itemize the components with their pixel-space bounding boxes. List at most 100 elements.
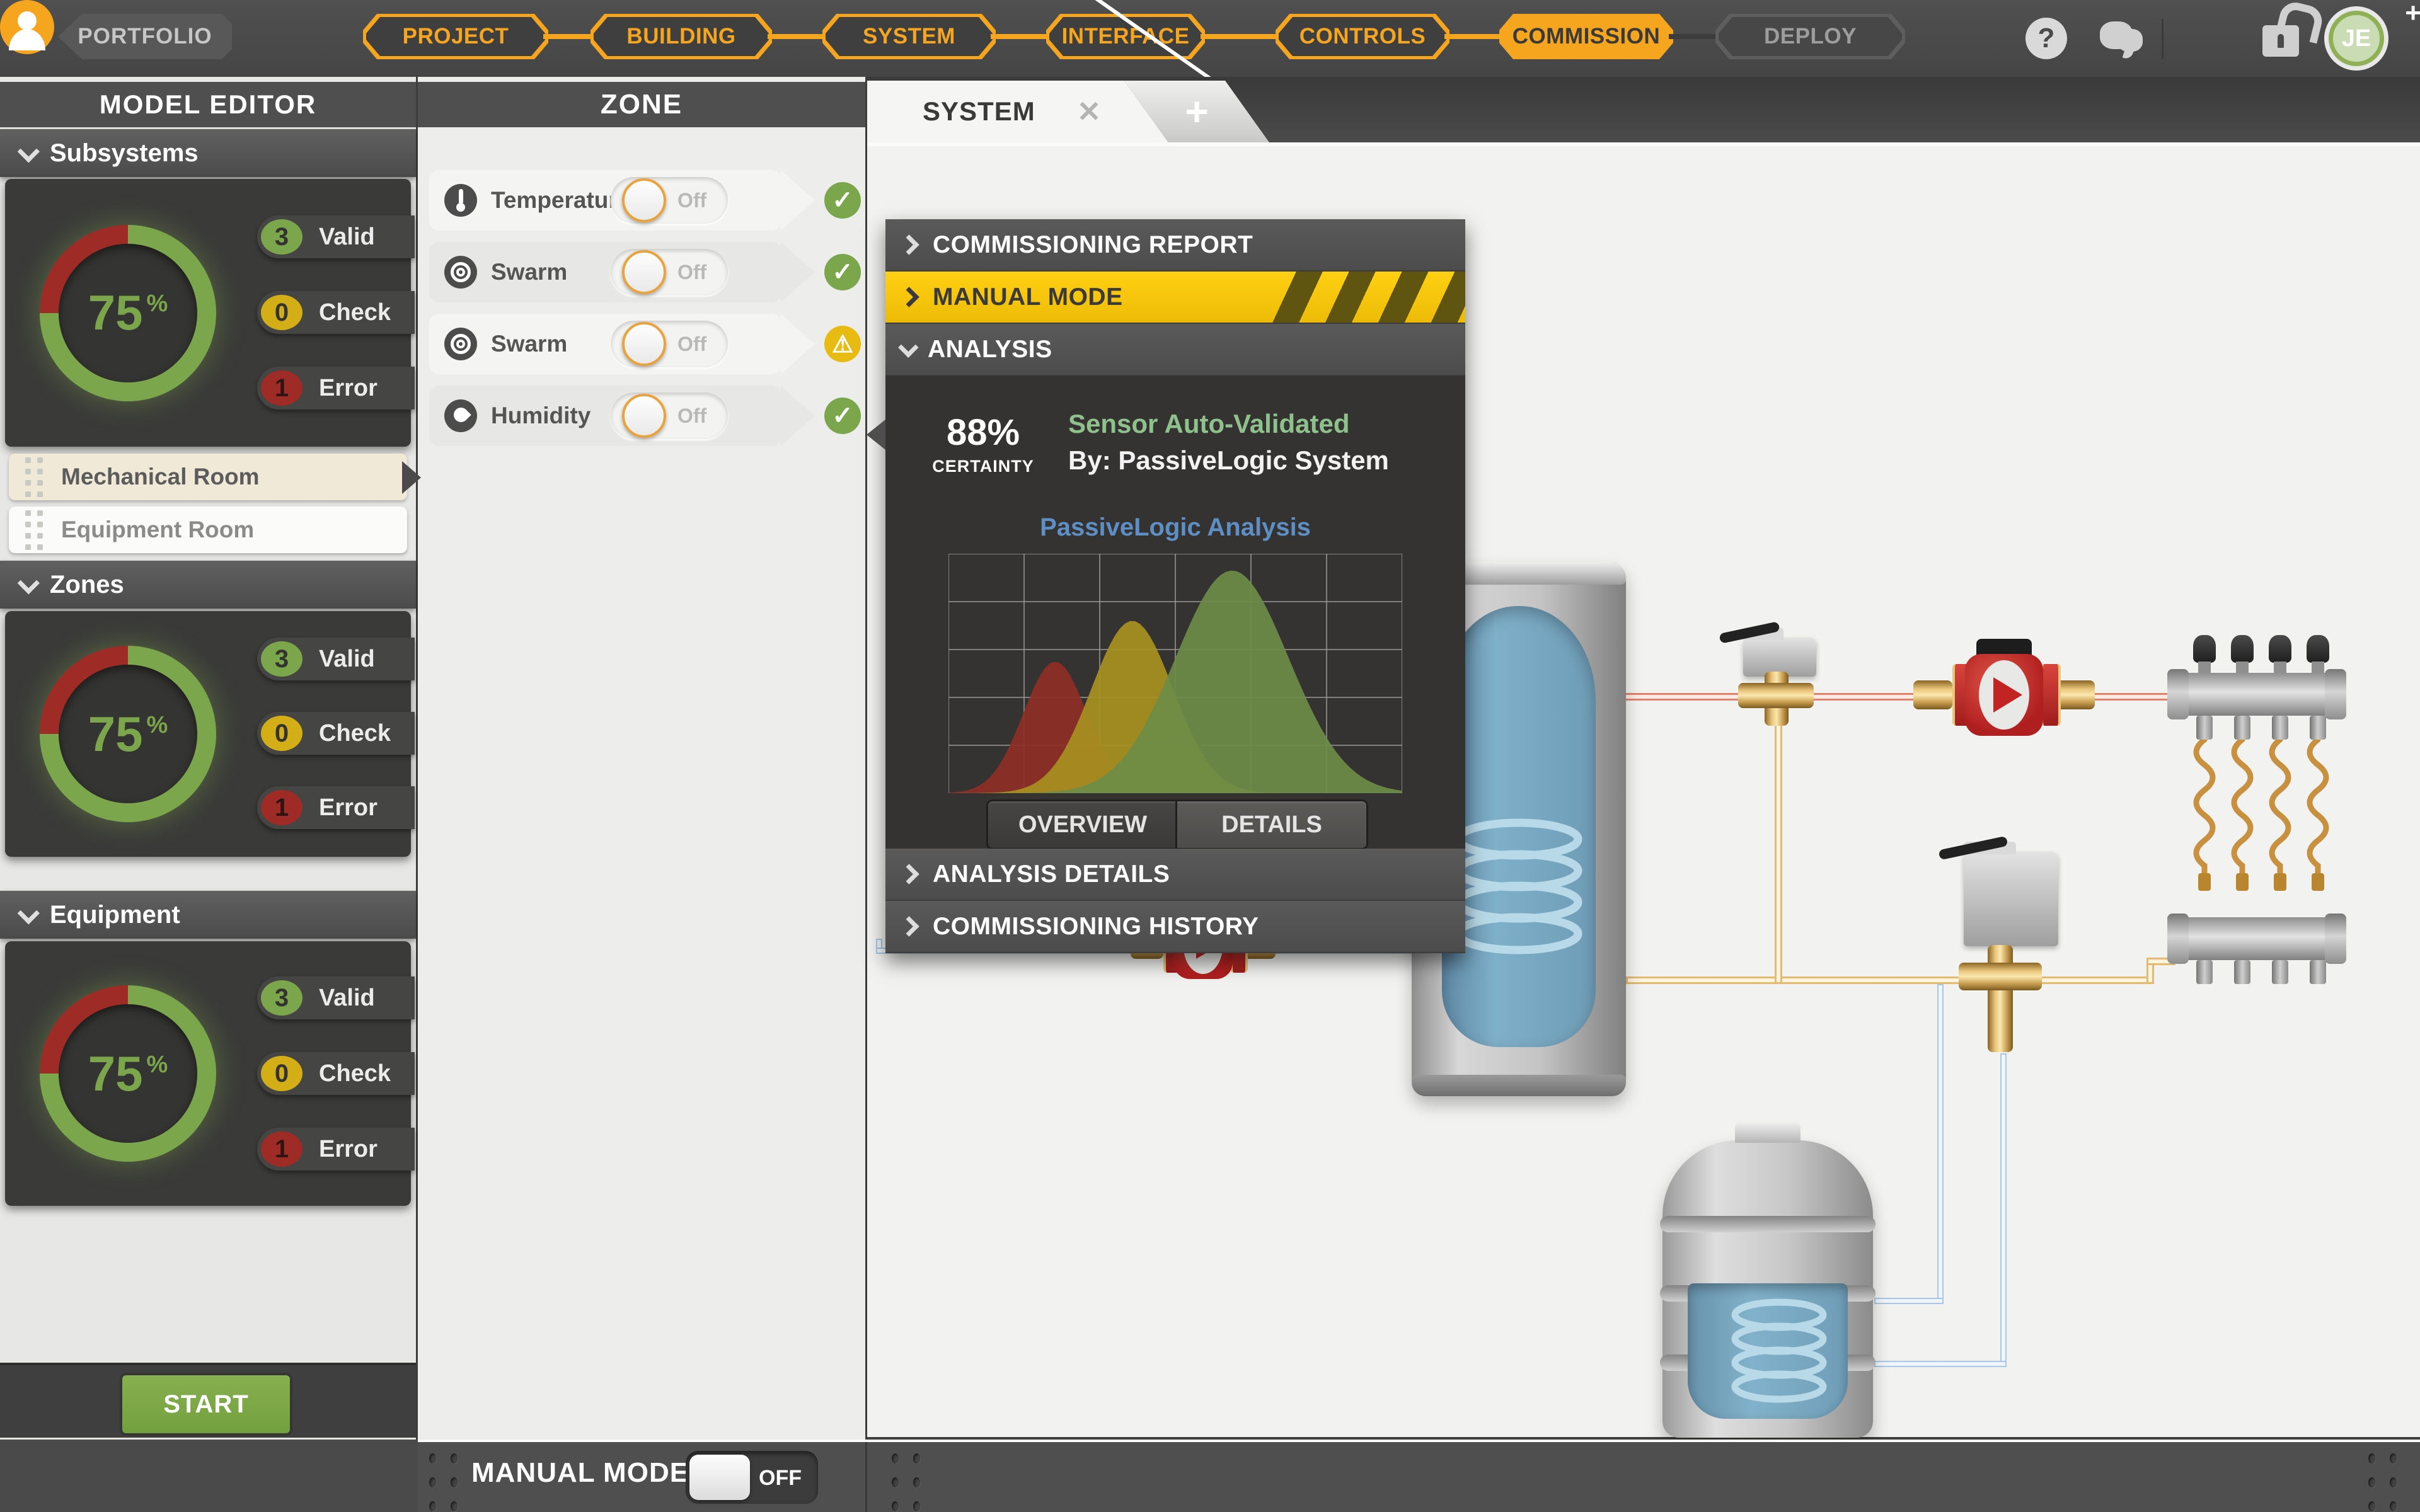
section-header-subsystems[interactable]: Subsystems xyxy=(0,129,416,177)
details-button[interactable]: DETAILS xyxy=(1175,799,1368,850)
return-manifold[interactable] xyxy=(2175,917,2339,960)
heat-coil xyxy=(1446,814,1591,971)
zone-panel-title: ZONE xyxy=(418,82,865,127)
drag-handle[interactable] xyxy=(25,510,43,550)
supply-manifold[interactable] xyxy=(2175,673,2339,716)
equipment-gauge-card: 75% 3 Valid 0 Check 1 Error xyxy=(5,941,411,1206)
check-count: 0 xyxy=(261,295,302,330)
donut-gauge: 75% xyxy=(40,646,216,822)
valid-badge: 3 Valid xyxy=(257,976,415,1019)
nav-step-label: BUILDING xyxy=(626,24,735,49)
avatar[interactable]: JE xyxy=(2324,6,2388,71)
hazard-stripes xyxy=(1270,272,1465,323)
manifold-cap-icon xyxy=(2269,635,2291,663)
pipe-return-warm xyxy=(1626,976,2153,984)
radiant-loops xyxy=(2186,740,2349,891)
three-way-valve-hot[interactable] xyxy=(1738,683,1814,708)
section-header-zones[interactable]: Zones xyxy=(0,561,416,609)
drag-handle[interactable] xyxy=(25,457,43,497)
help-icon[interactable]: ? xyxy=(2025,18,2067,59)
humidity-toggle[interactable]: Off xyxy=(611,392,728,439)
room-label: Mechanical Room xyxy=(61,464,260,490)
nav-step-building[interactable]: BUILDING xyxy=(591,14,772,59)
sidebar-item-equipment-room[interactable]: Equipment Room xyxy=(9,507,407,553)
temperature-toggle[interactable]: Off xyxy=(611,177,728,224)
selected-room-arrow-icon xyxy=(402,461,421,494)
buffer-tank[interactable] xyxy=(1662,1140,1873,1438)
section-analysis-details[interactable]: ANALYSIS DETAILS xyxy=(885,849,1465,901)
section-commissioning-report[interactable]: COMMISSIONING REPORT xyxy=(885,219,1465,272)
swarm-icon xyxy=(444,328,477,360)
section-label: ANALYSIS xyxy=(928,336,1052,364)
manifold-cap-icon xyxy=(2193,635,2216,663)
section-manual-mode[interactable]: MANUAL MODE xyxy=(885,272,1465,324)
tab-label: SYSTEM xyxy=(923,96,1035,127)
error-count: 1 xyxy=(261,790,302,825)
overview-button[interactable]: OVERVIEW xyxy=(986,799,1179,850)
nav-step-deploy[interactable]: DEPLOY xyxy=(1715,14,1905,59)
pipe-buffer-return xyxy=(2000,1053,2007,1367)
manual-mode-toggle[interactable]: OFF xyxy=(686,1451,818,1504)
close-icon[interactable]: ✕ xyxy=(1077,94,1102,129)
nav-step-commission[interactable]: COMMISSION xyxy=(1499,14,1673,59)
zone-row-swarm-1[interactable]: Swarm Off xyxy=(429,242,782,302)
footer-divider xyxy=(865,1442,867,1512)
toggle-knob xyxy=(689,1455,750,1500)
drag-handle[interactable] xyxy=(429,1453,458,1512)
heat-coil xyxy=(1726,1296,1833,1409)
tank-base xyxy=(1412,1075,1626,1096)
error-label: Error xyxy=(319,1136,377,1163)
drag-handle[interactable] xyxy=(2368,1453,2397,1512)
plus-icon: + xyxy=(2405,0,2420,29)
gauge-percent: 75 xyxy=(88,1045,143,1102)
nav-step-controls[interactable]: CONTROLS xyxy=(1276,14,1449,59)
three-way-valve-return[interactable] xyxy=(1988,945,2013,1052)
circulator-pump-main[interactable] xyxy=(1965,654,2043,736)
swarm-toggle[interactable]: Off xyxy=(611,249,728,295)
feedback-icon[interactable] xyxy=(2099,18,2140,59)
zone-row-label: Swarm xyxy=(491,259,567,285)
error-badge: 1 Error xyxy=(257,367,415,410)
pipe-valve-branch xyxy=(1775,699,1782,984)
nav-step-project[interactable]: PROJECT xyxy=(363,14,548,59)
chevron-right-icon xyxy=(899,234,919,255)
sidebar-footer: START xyxy=(0,1363,416,1438)
start-button[interactable]: START xyxy=(120,1373,292,1436)
thermometer-icon xyxy=(444,184,477,217)
three-way-valve-return[interactable] xyxy=(1959,963,2042,990)
check-icon: ✓ xyxy=(824,254,861,290)
model-editor-sidebar: MODEL EDITOR Subsystems 75% 3 Valid 0 Ch… xyxy=(0,77,418,1440)
gauge-percent-sign: % xyxy=(146,290,168,318)
portfolio-back-button[interactable]: PORTFOLIO xyxy=(58,14,232,59)
flow-arrow-icon xyxy=(1993,677,2022,713)
section-label: Zones xyxy=(50,571,124,599)
top-nav: PORTFOLIO PROJECT BUILDING SYSTEM INTERF… xyxy=(0,0,2420,77)
section-analysis[interactable]: ANALYSIS xyxy=(885,324,1465,376)
valid-count: 3 xyxy=(261,641,302,677)
valid-badge: 3 Valid xyxy=(257,638,415,680)
zone-row-swarm-2[interactable]: Swarm Off xyxy=(429,314,782,374)
chevron-down-icon xyxy=(18,140,40,162)
section-label: Subsystems xyxy=(50,139,199,168)
unlock-icon[interactable] xyxy=(2262,25,2299,57)
valve-actuator[interactable] xyxy=(1743,638,1816,677)
analysis-chart-title: PassiveLogic Analysis xyxy=(885,513,1465,542)
check-badge: 0 Check xyxy=(257,712,415,755)
sidebar-item-mechanical-room[interactable]: Mechanical Room xyxy=(9,454,407,500)
valve-actuator[interactable] xyxy=(1964,852,2058,946)
drag-handle[interactable] xyxy=(892,1453,921,1512)
add-user-icon[interactable]: + xyxy=(0,0,54,54)
swarm-toggle[interactable]: Off xyxy=(611,321,728,367)
valid-label: Valid xyxy=(319,985,375,1012)
tab-system[interactable]: SYSTEM ✕ xyxy=(867,81,1168,142)
section-commissioning-history[interactable]: COMMISSIONING HISTORY xyxy=(885,901,1465,953)
toggle-state-label: OFF xyxy=(759,1466,802,1491)
analysis-chart xyxy=(948,554,1402,793)
zone-row-humidity[interactable]: Humidity Off xyxy=(429,386,782,446)
manifold-port xyxy=(2272,960,2288,984)
nav-step-system[interactable]: SYSTEM xyxy=(822,14,996,59)
section-header-equipment[interactable]: Equipment xyxy=(0,891,416,939)
nav-connector xyxy=(768,34,828,39)
section-label: MANUAL MODE xyxy=(933,284,1123,311)
zone-row-temperature[interactable]: Temperature Off xyxy=(429,170,782,231)
